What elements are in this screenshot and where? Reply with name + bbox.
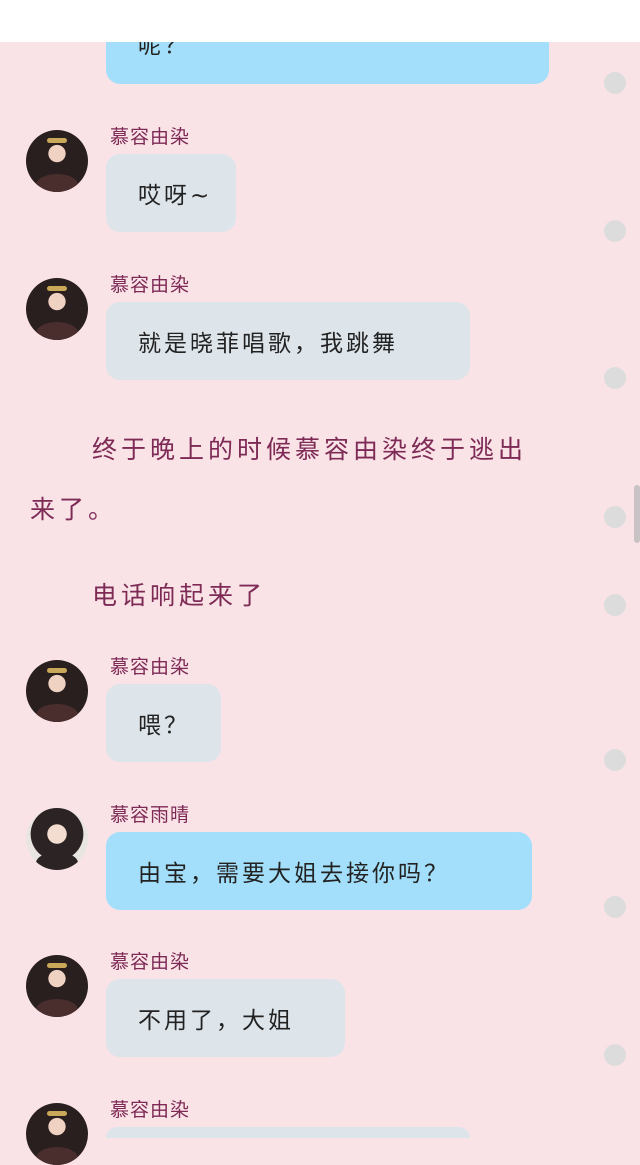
avatar[interactable]	[26, 660, 88, 722]
select-dot[interactable]	[604, 220, 626, 242]
shoulder	[36, 174, 78, 192]
sender-name: 慕容由染	[110, 1099, 191, 1121]
sender-name: 慕容由染	[110, 951, 191, 973]
avatar[interactable]	[26, 808, 88, 870]
message-bubble[interactable]: 哎呀~	[106, 154, 236, 232]
top-bar-cover	[0, 0, 640, 42]
crown-icon	[47, 286, 67, 291]
scrollbar-thumb[interactable]	[634, 485, 640, 543]
avatar[interactable]	[26, 130, 88, 192]
shoulder	[36, 322, 78, 340]
crown-icon	[47, 668, 67, 673]
shoulder	[36, 1147, 78, 1165]
message-text: 哎呀~	[138, 183, 213, 209]
avatar[interactable]	[26, 1103, 88, 1165]
avatar[interactable]	[26, 955, 88, 1017]
select-dot[interactable]	[604, 749, 626, 771]
shoulder	[36, 704, 78, 722]
sender-name: 慕容由染	[110, 126, 191, 148]
crown-icon	[47, 963, 67, 968]
avatar[interactable]	[26, 278, 88, 340]
sender-name: 慕容由染	[110, 656, 191, 678]
narration-line: 终于晚上的时候慕容由染终于逃出	[92, 435, 528, 464]
crown-icon	[47, 138, 67, 143]
message-bubble[interactable]: 喂？	[106, 684, 221, 762]
select-dot[interactable]	[604, 72, 626, 94]
sender-name: 慕容雨晴	[110, 804, 191, 826]
message-text: 就是晓菲唱歌，我跳舞	[138, 331, 398, 357]
narration-line: 来了。	[30, 495, 118, 524]
message-text: 喂？	[138, 713, 190, 739]
message-text: 不用了，大姐	[138, 1008, 294, 1034]
message-bubble[interactable]: 由宝，需要大姐去接你吗？	[106, 832, 532, 910]
message-bubble[interactable]	[106, 1127, 470, 1138]
select-dot[interactable]	[604, 594, 626, 616]
message-bubble[interactable]: 不用了，大姐	[106, 979, 345, 1057]
select-dot[interactable]	[604, 367, 626, 389]
crown-icon	[47, 1111, 67, 1116]
message-bubble[interactable]: 就是晓菲唱歌，我跳舞	[106, 302, 470, 380]
select-dot[interactable]	[604, 1044, 626, 1066]
select-dot[interactable]	[604, 506, 626, 528]
select-dot[interactable]	[604, 896, 626, 918]
narration-line: 电话响起来了	[92, 581, 267, 610]
sender-name: 慕容由染	[110, 274, 191, 296]
message-text: 由宝，需要大姐去接你吗？	[138, 861, 450, 887]
shoulder	[36, 852, 78, 870]
shoulder	[36, 999, 78, 1017]
